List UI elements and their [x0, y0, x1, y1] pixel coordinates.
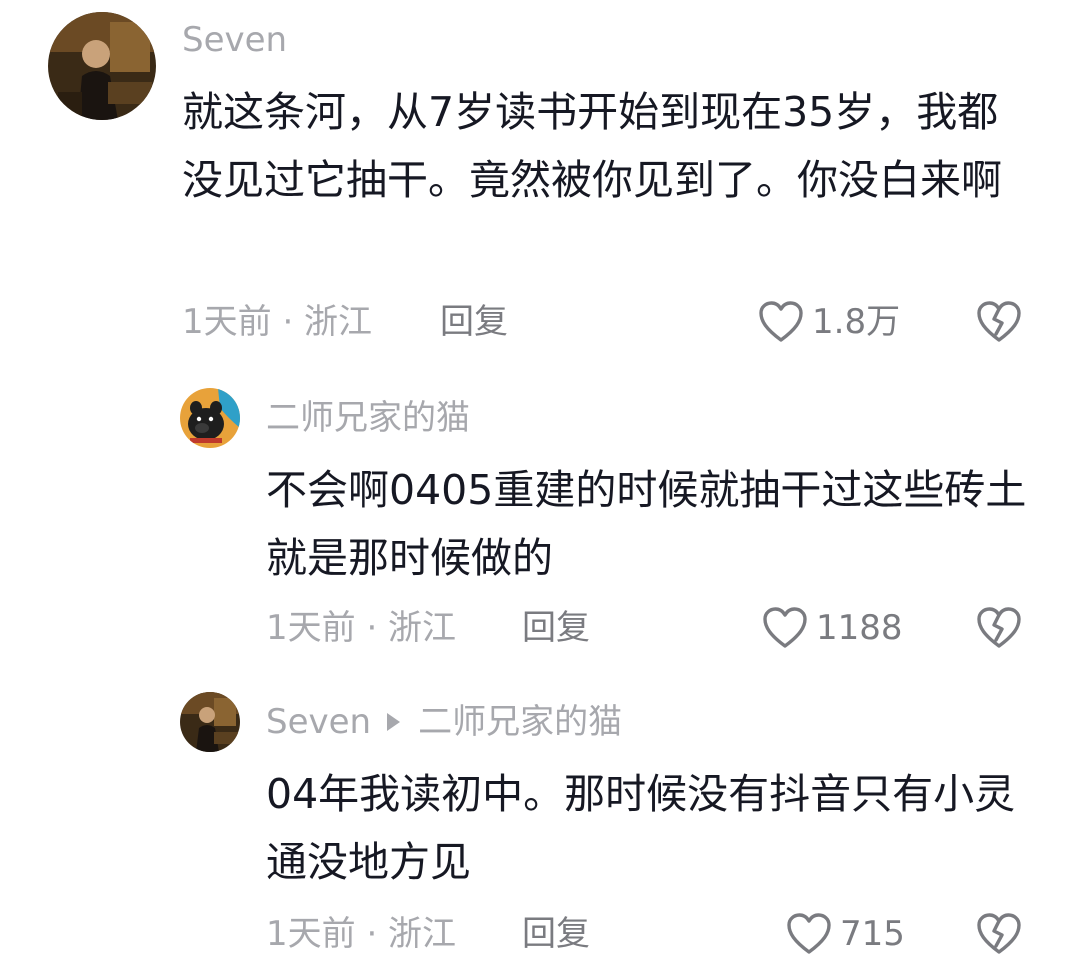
- like-button[interactable]: 1.8万: [758, 300, 900, 344]
- dislike-button[interactable]: [976, 300, 1022, 344]
- heart-outline-icon: [787, 913, 831, 954]
- user-avatar[interactable]: [180, 692, 240, 752]
- dislike-button[interactable]: [976, 606, 1022, 650]
- like-count: 1188: [816, 608, 903, 648]
- reply-to-username[interactable]: 二师兄家的猫: [418, 702, 622, 742]
- comment-username[interactable]: 二师兄家的猫: [266, 398, 470, 438]
- like-count: 1.8万: [812, 302, 901, 342]
- reply-arrow-icon: [387, 713, 401, 731]
- reply-button[interactable]: 回复: [440, 302, 508, 342]
- user-avatar[interactable]: [48, 12, 156, 120]
- comment-username-line: Seven 二师兄家的猫: [266, 702, 622, 742]
- heart-outline-icon: [763, 607, 807, 648]
- like-button[interactable]: 715: [786, 912, 905, 956]
- comment-username[interactable]: Seven: [266, 702, 371, 742]
- comment-meta: 1天前 · 浙江: [182, 302, 373, 342]
- broken-heart-icon: [977, 607, 1021, 648]
- comment-username[interactable]: Seven: [182, 20, 287, 60]
- like-count: 715: [840, 914, 905, 954]
- user-avatar[interactable]: [180, 388, 240, 448]
- comment-text: 04年我读初中。那时候没有抖音只有小灵通没地方见: [266, 770, 1016, 886]
- comment-item: Seven 就这条河，从7岁读书开始到现在35岁，我都没见过它抽干。竟然被你见到…: [0, 0, 1080, 360]
- reply-button[interactable]: 回复: [522, 914, 590, 954]
- cartoon-pig-icon: [180, 388, 240, 448]
- reply-item: 二师兄家的猫 不会啊0405重建的时候就抽干过这些砖土就是那时候做的 1天前 ·…: [0, 360, 1080, 670]
- user-photo-icon: [48, 12, 156, 120]
- reply-item: Seven 二师兄家的猫 04年我读初中。那时候没有抖音只有小灵通没地方见 1天前…: [0, 670, 1080, 958]
- comment-text: 不会啊0405重建的时候就抽干过这些砖土就是那时候做的: [266, 466, 1027, 582]
- user-photo-icon: [180, 692, 240, 752]
- comment-text: 就这条河，从7岁读书开始到现在35岁，我都没见过它抽干。竟然被你见到了。你没白来…: [182, 88, 1002, 204]
- broken-heart-icon: [977, 913, 1021, 954]
- comment-meta: 1天前 · 浙江: [266, 608, 457, 648]
- broken-heart-icon: [977, 301, 1021, 342]
- dislike-button[interactable]: [976, 912, 1022, 956]
- like-button[interactable]: 1188: [762, 606, 903, 650]
- comment-meta: 1天前 · 浙江: [266, 914, 457, 954]
- reply-button[interactable]: 回复: [522, 608, 590, 648]
- heart-outline-icon: [759, 301, 803, 342]
